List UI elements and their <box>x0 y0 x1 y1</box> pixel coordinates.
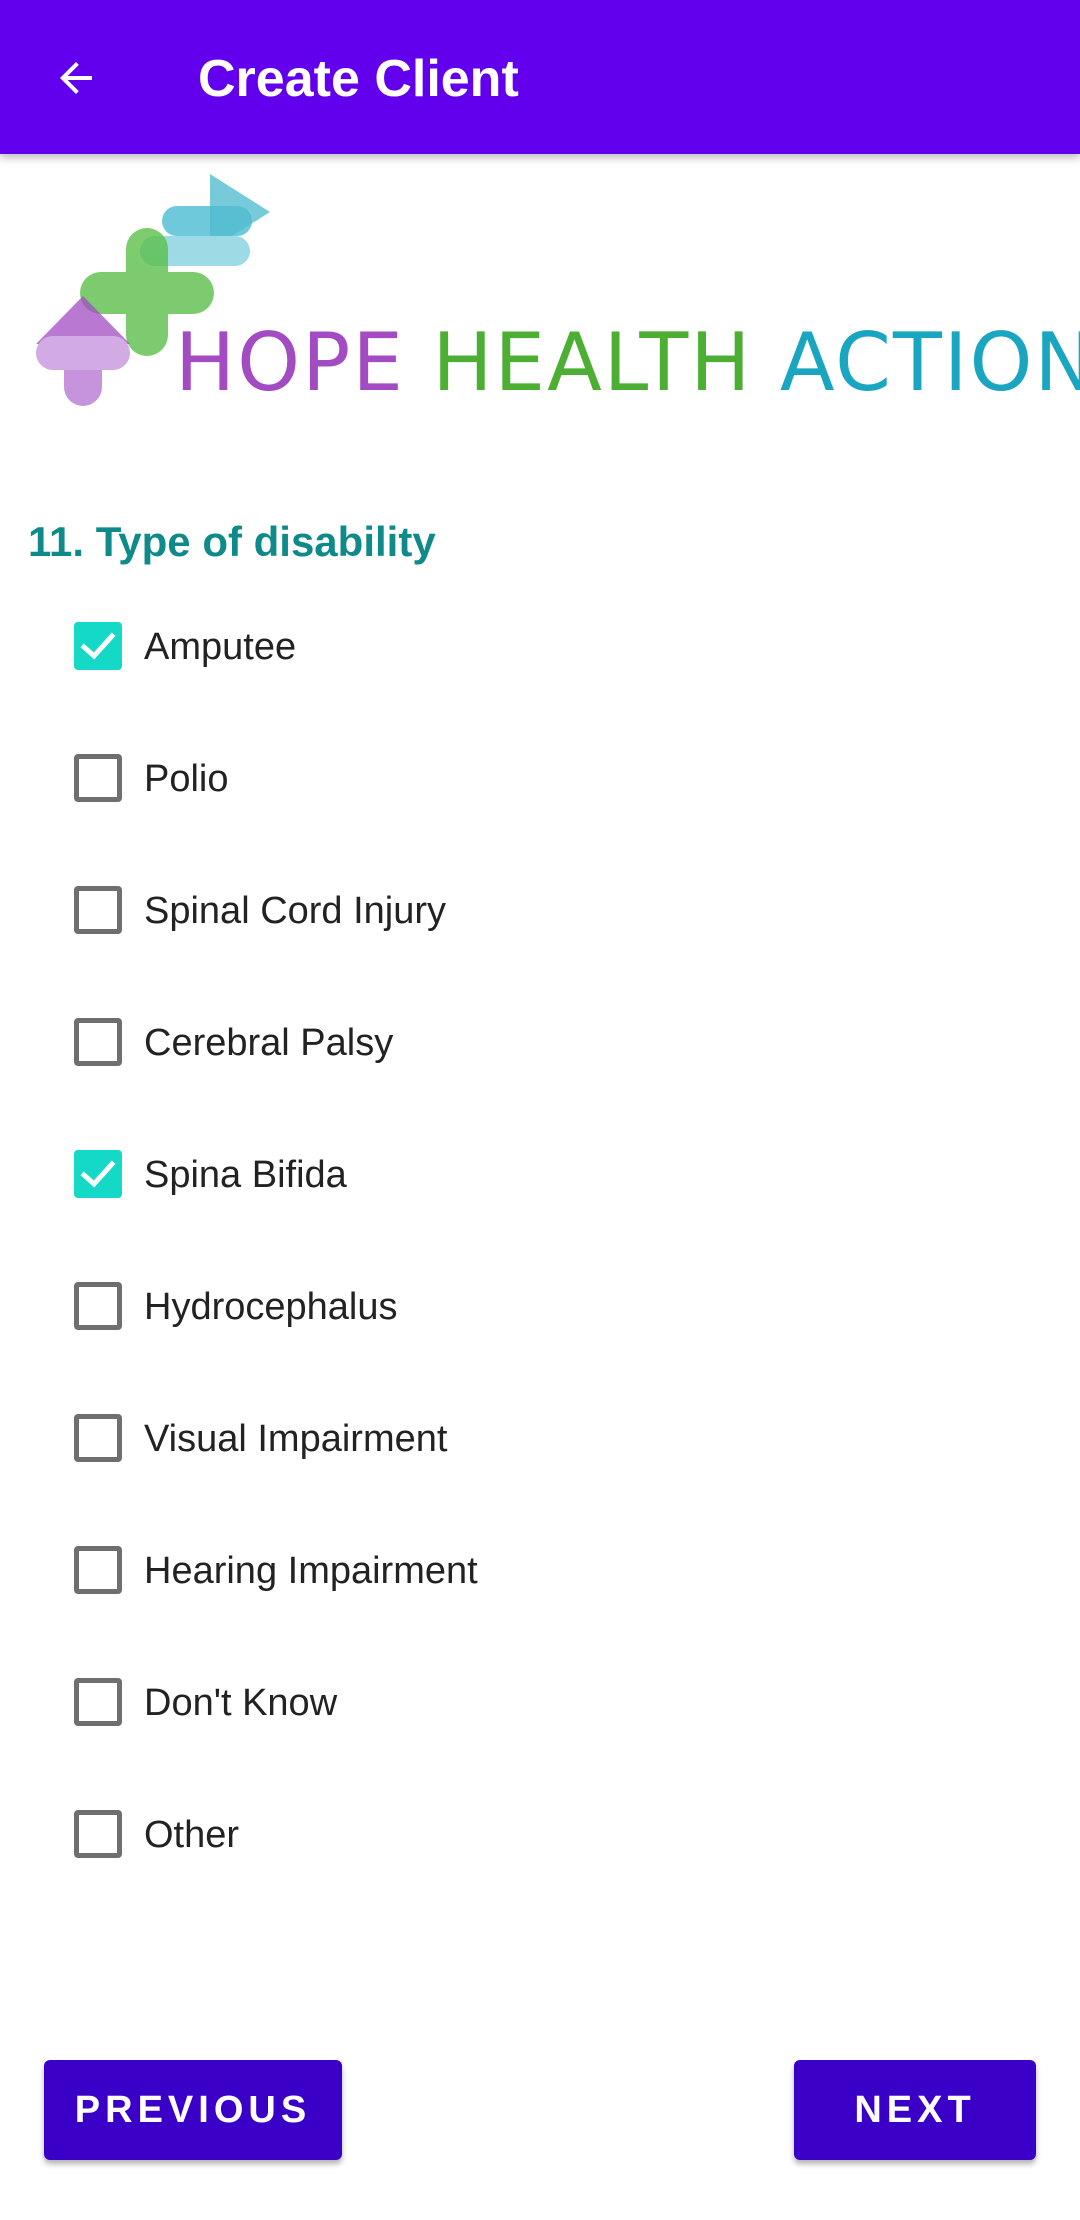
checkbox[interactable] <box>74 1546 122 1594</box>
option-row[interactable]: Spinal Cord Injury <box>0 846 1080 978</box>
option-label: Spinal Cord Injury <box>144 890 447 932</box>
option-row[interactable]: Cerebral Palsy <box>0 978 1080 1110</box>
disability-options-list: Amputee Polio Spinal Cord Injury Cerebral P… <box>0 582 1080 1902</box>
checkbox[interactable] <box>74 886 122 934</box>
option-row[interactable]: Polio <box>0 714 1080 846</box>
back-button[interactable] <box>40 42 112 114</box>
option-label: Hydrocephalus <box>144 1286 398 1328</box>
logo-hope: HOPE <box>175 316 405 409</box>
option-row[interactable]: Amputee <box>0 582 1080 714</box>
app-bar: Create Client <box>0 0 1080 154</box>
checkbox[interactable] <box>74 1018 122 1066</box>
option-row[interactable]: Don't Know <box>0 1638 1080 1770</box>
previous-button[interactable]: PREVIOUS <box>44 2060 342 2160</box>
logo-health: HEALTH <box>432 316 753 409</box>
check-icon <box>80 1160 116 1188</box>
option-label: Amputee <box>144 626 297 668</box>
hope-health-action-logo: HOPE HEALTH ACTION <box>30 168 1080 408</box>
option-label: Hearing Impairment <box>144 1550 478 1592</box>
option-row[interactable]: Hydrocephalus <box>0 1242 1080 1374</box>
option-label: Polio <box>144 758 229 800</box>
checkbox[interactable] <box>74 1678 122 1726</box>
checkbox[interactable] <box>74 1282 122 1330</box>
checkbox[interactable] <box>74 1414 122 1462</box>
question-label: 11. Type of disability <box>28 518 436 565</box>
option-label: Other <box>144 1814 240 1856</box>
logo-action: ACTION <box>779 316 1080 409</box>
option-label: Spina Bifida <box>144 1154 347 1196</box>
option-row[interactable]: Hearing Impairment <box>0 1506 1080 1638</box>
page-title: Create Client <box>198 50 519 108</box>
checkbox[interactable] <box>74 754 122 802</box>
next-button[interactable]: NEXT <box>794 2060 1036 2160</box>
option-row[interactable]: Visual Impairment <box>0 1374 1080 1506</box>
option-label: Don't Know <box>144 1682 338 1724</box>
checkbox[interactable] <box>74 622 122 670</box>
option-label: Visual Impairment <box>144 1418 448 1460</box>
option-row[interactable]: Other <box>0 1770 1080 1902</box>
check-icon <box>80 632 116 660</box>
option-label: Cerebral Palsy <box>144 1022 394 1064</box>
logo-text: HOPE HEALTH ACTION <box>175 318 1080 408</box>
checkbox[interactable] <box>74 1150 122 1198</box>
arrow-back-icon <box>60 62 92 94</box>
checkbox[interactable] <box>74 1810 122 1858</box>
option-row[interactable]: Spina Bifida <box>0 1110 1080 1242</box>
